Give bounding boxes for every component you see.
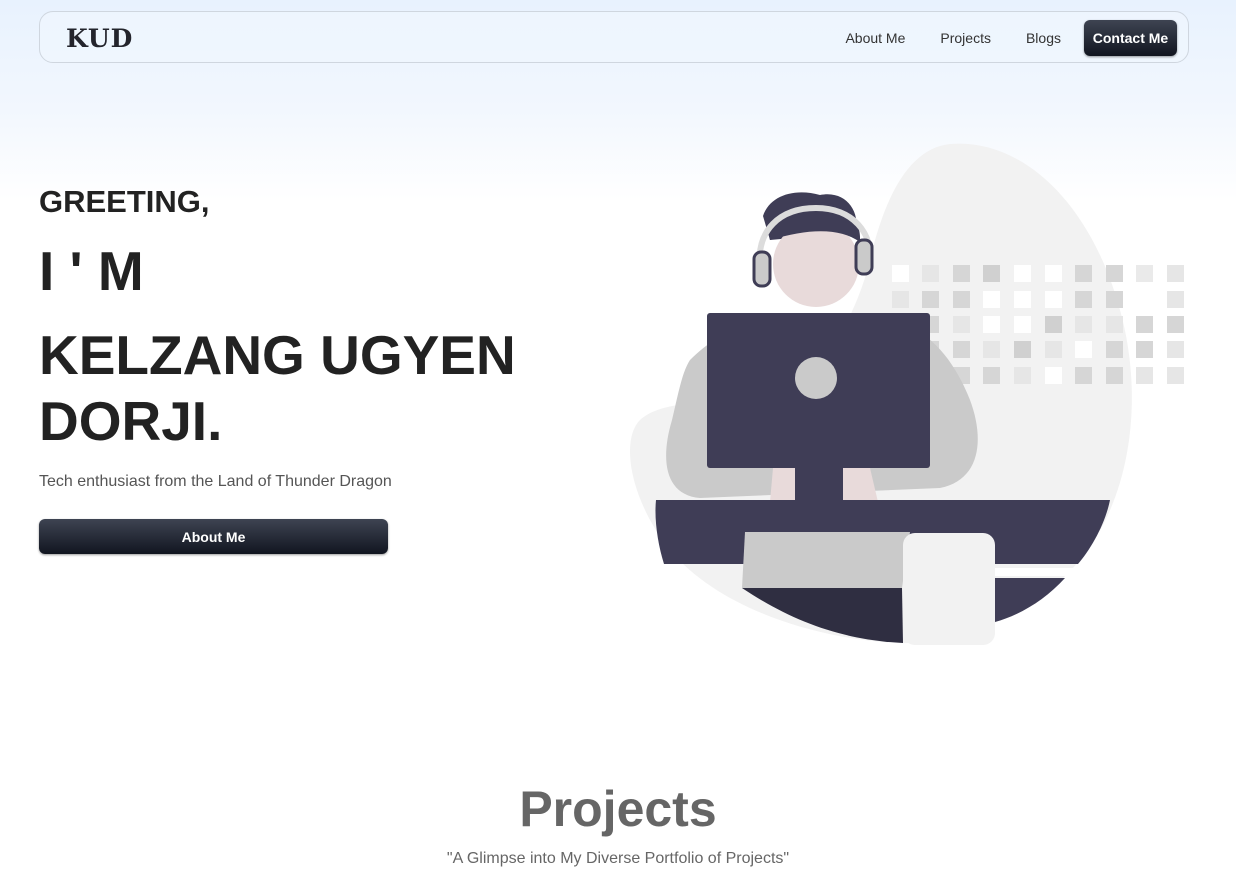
illustration-chair (903, 533, 995, 645)
hero-name: KELZANG UGYEN DORJI. (39, 324, 516, 452)
illustration-pants (742, 588, 903, 643)
site-logo[interactable]: KUD (66, 25, 133, 53)
navbar: KUD About Me Projects Blogs Contact Me (39, 11, 1189, 63)
hero-im: I ' M (39, 240, 144, 302)
hero-greeting: GREETING, (39, 184, 210, 219)
nav-link-about-me[interactable]: About Me (845, 20, 905, 56)
contact-me-button[interactable]: Contact Me (1084, 20, 1177, 56)
illustration-head (752, 192, 874, 307)
illustration-legs (742, 532, 910, 588)
about-me-button[interactable]: About Me (39, 519, 388, 554)
hero-tagline: Tech enthusiast from the Land of Thunder… (39, 473, 392, 490)
nav-links: About Me Projects Blogs Contact Me (845, 20, 1177, 56)
nav-link-blogs[interactable]: Blogs (1026, 20, 1061, 56)
projects-heading: Projects (519, 781, 717, 837)
hero-illustration (630, 143, 1184, 645)
nav-link-projects[interactable]: Projects (940, 20, 991, 56)
projects-subtitle: "A Glimpse into My Diverse Portfolio of … (446, 850, 790, 867)
